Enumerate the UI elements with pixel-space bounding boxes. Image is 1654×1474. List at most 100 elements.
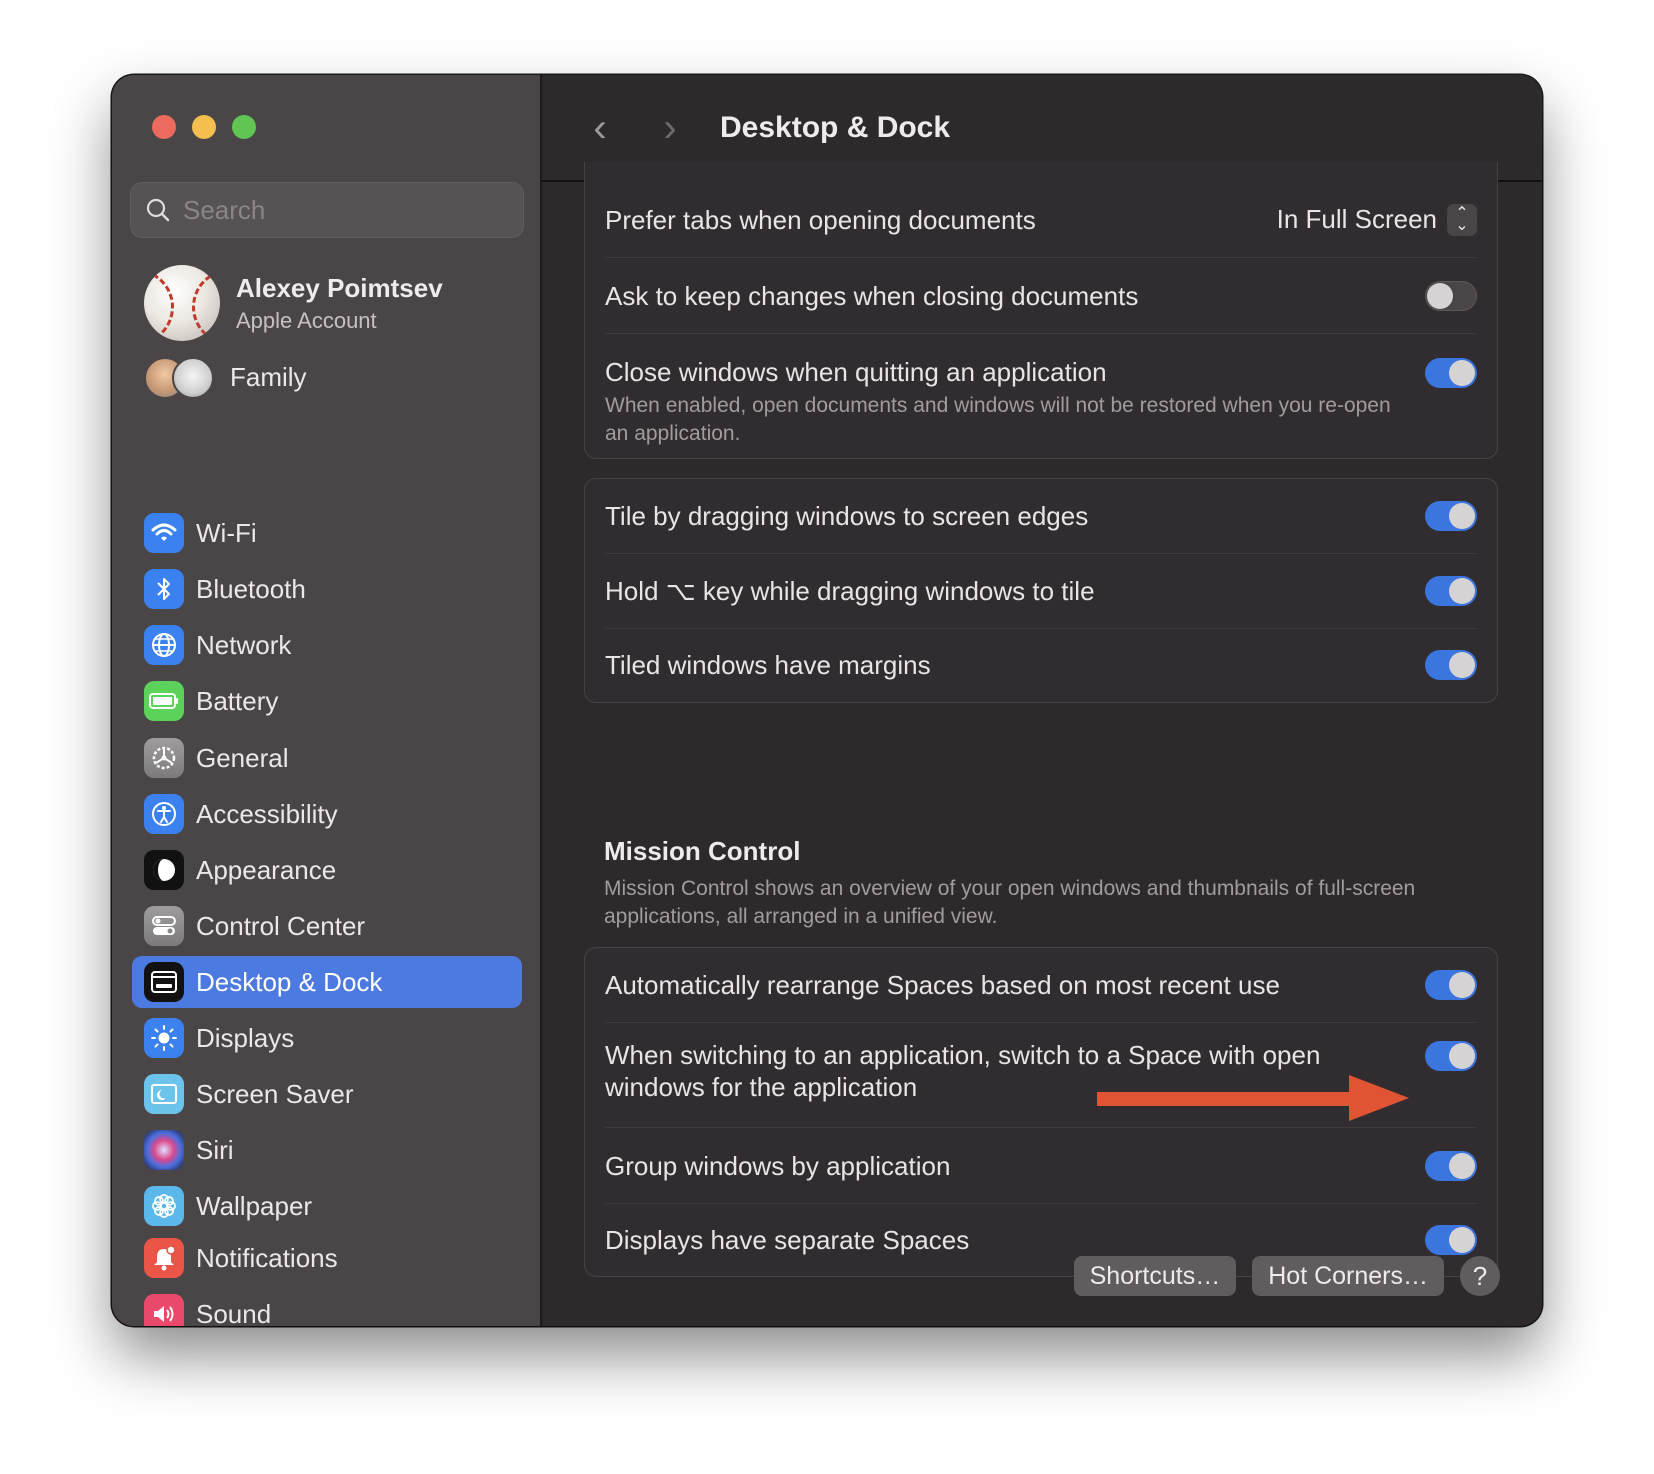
main-pane: ‹ › Desktop & Dock Prefer tabs when open… — [542, 75, 1542, 1326]
sidebar-item-label: Bluetooth — [196, 573, 306, 604]
close-windows-description: When enabled, open documents and windows… — [605, 394, 1391, 445]
close-windows-label: Close windows when quitting an applicati… — [605, 357, 1107, 387]
sidebar-item-displays[interactable]: Displays — [132, 1012, 522, 1064]
globe-icon — [144, 625, 184, 665]
family-avatars — [144, 357, 214, 399]
sidebar-item-siri[interactable]: Siri — [132, 1124, 522, 1176]
sidebar-item-label: Network — [196, 629, 292, 660]
account-name: Alexey Poimtsev — [236, 272, 443, 303]
sidebar-item-label: Siri — [196, 1134, 234, 1165]
search-field[interactable] — [130, 182, 524, 238]
sidebar-item-label: Screen Saver — [196, 1078, 354, 1109]
sidebar-item-wallpaper[interactable]: Wallpaper — [132, 1180, 522, 1232]
traffic-lights — [152, 115, 256, 139]
tiling-settings-group: Tile by dragging windows to screen edges… — [584, 478, 1498, 703]
search-icon — [146, 198, 170, 222]
bell-icon — [144, 1238, 184, 1278]
sidebar-item-notifications[interactable]: Notifications — [132, 1232, 522, 1284]
separate-spaces-toggle[interactable] — [1425, 1225, 1477, 1255]
sidebar-item-label: Wi-Fi — [196, 517, 257, 548]
auto-rearrange-label: Automatically rearrange Spaces based on … — [605, 970, 1280, 1000]
prefer-tabs-label: Prefer tabs when opening documents — [605, 204, 1036, 235]
mission-control-title: Mission Control — [604, 836, 801, 866]
sidebar-item-label: General — [196, 742, 289, 773]
back-button[interactable]: ‹ — [570, 108, 630, 148]
group-windows-label: Group windows by application — [605, 1150, 951, 1181]
sidebar-item-appearance[interactable]: Appearance — [132, 844, 522, 896]
sidebar-item-label: Control Center — [196, 910, 366, 941]
sidebar-item-sound[interactable]: Sound — [132, 1288, 522, 1326]
sidebar-item-control-center[interactable]: Control Center — [132, 900, 522, 952]
apple-account[interactable]: Alexey Poimtsev Apple Account — [144, 265, 443, 341]
tile-edges-row: Tile by dragging windows to screen edges — [605, 479, 1477, 554]
account-subtitle: Apple Account — [236, 307, 377, 333]
tiled-margins-row: Tiled windows have margins — [605, 629, 1477, 701]
system-settings-window: Alexey Poimtsev Apple Account Family Wi-… — [112, 75, 1542, 1326]
sidebar-item-label: Desktop & Dock — [196, 966, 383, 997]
group-windows-toggle[interactable] — [1425, 1150, 1477, 1181]
speaker-icon — [144, 1294, 184, 1326]
footer-buttons: Shortcuts… Hot Corners… ? — [1073, 1256, 1500, 1296]
sidebar-item-label: Accessibility — [196, 798, 338, 829]
sidebar-item-bluetooth[interactable]: Bluetooth — [132, 563, 522, 615]
minimize-window-button[interactable] — [192, 115, 216, 139]
sidebar-group-system: General Accessibility Appearance Control… — [132, 732, 522, 1236]
sidebar-item-battery[interactable]: Battery — [132, 675, 522, 727]
control-center-icon — [144, 906, 184, 946]
auto-rearrange-row: Automatically rearrange Spaces based on … — [605, 948, 1477, 1023]
switch-space-toggle[interactable] — [1425, 1041, 1477, 1071]
sidebar-item-wifi[interactable]: Wi-Fi — [132, 507, 522, 559]
siri-icon — [144, 1130, 184, 1170]
sidebar-item-general[interactable]: General — [132, 732, 522, 784]
prefer-tabs-value: In Full Screen — [1276, 204, 1437, 234]
ask-keep-changes-row: Ask to keep changes when closing documen… — [605, 258, 1477, 334]
wallpaper-icon — [144, 1186, 184, 1226]
zoom-window-button[interactable] — [232, 115, 256, 139]
avatar — [144, 265, 220, 341]
sidebar: Alexey Poimtsev Apple Account Family Wi-… — [112, 75, 542, 1326]
accessibility-icon — [144, 794, 184, 834]
close-windows-toggle[interactable] — [1425, 358, 1477, 388]
sidebar-item-label: Battery — [196, 685, 279, 716]
sidebar-item-network[interactable]: Network — [132, 619, 522, 671]
sidebar-item-desktop-dock[interactable]: Desktop & Dock — [132, 956, 522, 1008]
appearance-icon — [144, 850, 184, 890]
sidebar-item-label: Sound — [196, 1298, 272, 1327]
mission-control-header: Mission Control Mission Control shows an… — [604, 836, 1484, 931]
hold-option-toggle[interactable] — [1425, 576, 1477, 606]
tile-edges-toggle[interactable] — [1425, 501, 1477, 531]
sidebar-group-connectivity: Wi-Fi Bluetooth Network Battery — [132, 507, 522, 731]
page-title: Desktop & Dock — [720, 110, 951, 144]
help-button[interactable]: ? — [1460, 1256, 1500, 1296]
sidebar-item-label: Notifications — [196, 1242, 338, 1273]
wifi-icon — [144, 513, 184, 553]
settings-content[interactable]: Prefer tabs when opening documents In Fu… — [542, 162, 1542, 1326]
forward-button[interactable]: › — [640, 108, 700, 148]
tile-edges-label: Tile by dragging windows to screen edges — [605, 501, 1089, 531]
screen-saver-icon — [144, 1074, 184, 1114]
sidebar-item-accessibility[interactable]: Accessibility — [132, 788, 522, 840]
prefer-tabs-row: Prefer tabs when opening documents In Fu… — [605, 162, 1477, 258]
tiled-margins-toggle[interactable] — [1425, 650, 1477, 680]
sidebar-item-screen-saver[interactable]: Screen Saver — [132, 1068, 522, 1120]
annotation-arrow-icon — [1097, 1075, 1409, 1121]
search-input[interactable] — [181, 193, 505, 227]
close-windows-row: Close windows when quitting an applicati… — [605, 334, 1477, 459]
sidebar-item-label: Wallpaper — [196, 1190, 313, 1221]
hot-corners-button[interactable]: Hot Corners… — [1252, 1256, 1444, 1296]
mission-control-description: Mission Control shows an overview of you… — [604, 877, 1416, 928]
hold-option-label: Hold ⌥ key while dragging windows to til… — [605, 576, 1095, 606]
hold-option-row: Hold ⌥ key while dragging windows to til… — [605, 554, 1477, 629]
sidebar-group-alerts: Notifications Sound — [132, 1232, 522, 1326]
ask-keep-changes-toggle[interactable] — [1425, 280, 1477, 311]
desktop-dock-icon — [144, 962, 184, 1002]
prefer-tabs-select[interactable]: In Full Screen ⌃ ⌄ — [1276, 203, 1477, 236]
shortcuts-button[interactable]: Shortcuts… — [1073, 1256, 1237, 1296]
windows-settings-group: Prefer tabs when opening documents In Fu… — [584, 162, 1498, 459]
close-window-button[interactable] — [152, 115, 176, 139]
family-label: Family — [230, 361, 307, 392]
family[interactable]: Family — [144, 357, 307, 399]
sun-icon — [144, 1018, 184, 1058]
auto-rearrange-toggle[interactable] — [1425, 970, 1477, 1000]
battery-icon — [144, 681, 184, 721]
